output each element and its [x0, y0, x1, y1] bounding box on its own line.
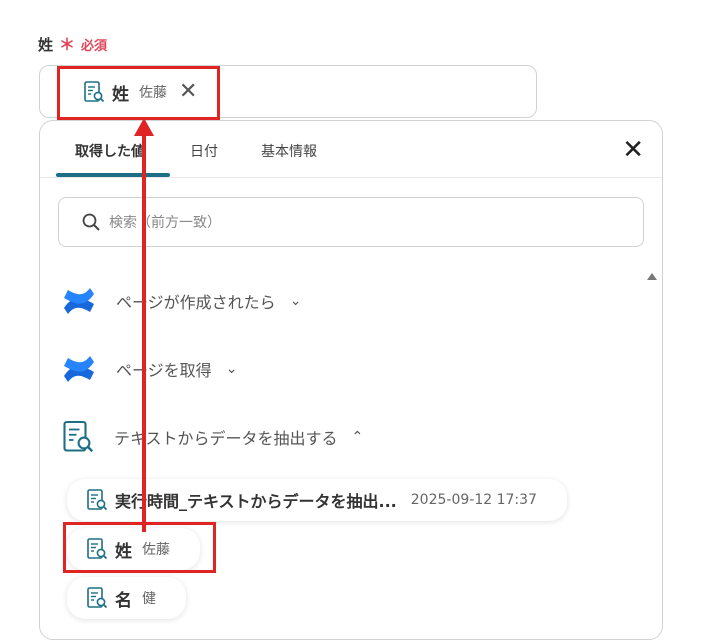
- required-star: ＊: [59, 35, 76, 54]
- chevron-down-icon: ⌄: [225, 361, 238, 377]
- field-label-text: 姓: [38, 36, 54, 54]
- tab-acquired-values[interactable]: 取得した値: [75, 141, 145, 161]
- highlight-box-target: [57, 66, 220, 120]
- item-value: 健: [142, 591, 156, 607]
- confluence-icon: [64, 288, 94, 314]
- close-icon[interactable]: ✕: [622, 137, 644, 163]
- highlight-box-source: [63, 522, 216, 573]
- item-label: 名: [115, 590, 132, 611]
- required-text: 必須: [81, 39, 108, 54]
- chevron-up-icon: ⌃: [351, 429, 364, 445]
- annotation-arrow-line: [142, 132, 146, 532]
- field-label: 姓 ＊ 必須: [38, 31, 107, 55]
- confluence-icon: [64, 356, 94, 382]
- item-label: 実行時間_テキストからデータを抽出...: [115, 492, 397, 511]
- item-chip-given-name[interactable]: 名 健: [67, 577, 186, 619]
- document-search-icon: [85, 488, 109, 512]
- active-tab-indicator: [56, 173, 170, 177]
- section-label: ページを取得: [116, 361, 212, 380]
- search-icon: [82, 213, 100, 231]
- search-placeholder: 検索（前方一致）: [109, 215, 221, 231]
- scroll-up-arrow[interactable]: [647, 273, 657, 280]
- tab-date[interactable]: 日付: [190, 141, 218, 161]
- document-search-icon: [63, 420, 94, 453]
- chevron-down-icon: ⌄: [289, 293, 302, 309]
- item-value: 2025-09-12 17:37: [410, 492, 537, 508]
- section-extract-data[interactable]: テキストからデータを抽出する ⌃: [60, 419, 363, 455]
- section-page-created[interactable]: ページが作成されたら ⌄: [60, 282, 301, 320]
- section-label: テキストからデータを抽出する: [114, 429, 338, 448]
- document-search-icon: [85, 586, 109, 610]
- section-get-page[interactable]: ページを取得 ⌄: [60, 350, 237, 388]
- arrow-up-icon: [134, 118, 154, 136]
- section-label: ページが作成されたら: [116, 293, 276, 312]
- tab-basic-info[interactable]: 基本情報: [261, 141, 317, 161]
